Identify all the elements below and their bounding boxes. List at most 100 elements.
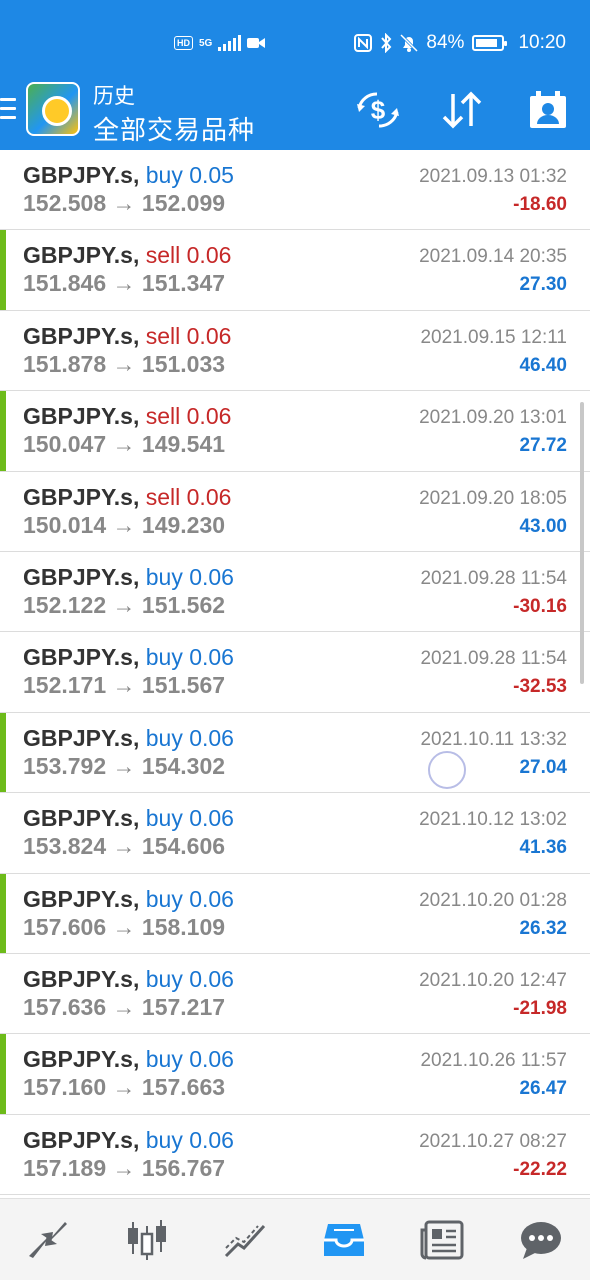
trade-profit: 27.04	[519, 756, 567, 778]
app-logo[interactable]	[26, 82, 80, 136]
app-header: 历史 全部交易品种 $	[0, 62, 590, 150]
nfc-icon	[354, 34, 373, 52]
trade-row[interactable]: GBPJPY.s, buy 0.06 157.160 → 157.663 2021.…	[0, 1034, 590, 1115]
trade-symbol: GBPJPY.s, buy 0.05	[23, 162, 234, 189]
trade-row[interactable]: GBPJPY.s, buy 0.05 152.508 → 152.099 2021.…	[0, 150, 590, 231]
trade-prices: 157.189 → 156.767	[23, 1155, 225, 1182]
trade-time: 2021.10.27 08:27	[419, 1130, 567, 1152]
nav-news[interactable]	[412, 1210, 472, 1270]
bottom-navigation	[0, 1198, 590, 1280]
arrow-right-icon: →	[112, 752, 136, 779]
close-price: 151.567	[141, 672, 226, 699]
nav-chart[interactable]	[117, 1210, 177, 1270]
currency-exchange-icon: $	[357, 92, 399, 128]
battery-icon	[472, 35, 508, 51]
newspaper-icon	[420, 1220, 464, 1259]
trade-profit: -21.98	[513, 997, 567, 1019]
close-price: 151.347	[141, 270, 226, 297]
arrow-right-icon: →	[112, 591, 136, 618]
symbol-label: GBPJPY.s,	[23, 644, 140, 671]
trade-prices: 150.047 → 149.541	[23, 431, 225, 458]
arrow-right-icon: →	[112, 431, 136, 458]
header-subtitle: 历史	[93, 85, 135, 108]
trade-prices: 153.824 → 154.606	[23, 833, 225, 860]
nav-chat[interactable]	[511, 1210, 571, 1270]
nav-trade[interactable]	[216, 1210, 276, 1270]
trade-profit: 26.47	[519, 1078, 567, 1100]
inbox-tray-icon	[324, 1223, 365, 1256]
trade-time: 2021.09.13 01:32	[419, 166, 567, 187]
trade-prices: 150.014 → 149.230	[23, 512, 225, 539]
arrow-right-icon: →	[112, 672, 136, 699]
trade-time: 2021.09.28 11:54	[420, 648, 567, 670]
arrow-right-icon: →	[112, 270, 136, 297]
side-volume-label: buy 0.06	[145, 644, 234, 671]
trade-row[interactable]: GBPJPY.s, buy 0.06 152.122 → 151.562 2021.…	[0, 551, 590, 633]
account-button[interactable]	[524, 90, 572, 130]
trade-row[interactable]: GBPJPY.s, buy 0.06 157.189 → 156.767 2021.…	[0, 1114, 590, 1196]
trade-arrows-icon	[29, 1221, 68, 1258]
side-volume-label: buy 0.06	[145, 1046, 234, 1073]
open-price: 150.014	[23, 511, 107, 538]
arrow-right-icon: →	[112, 833, 136, 860]
arrow-right-icon: →	[112, 913, 136, 940]
trade-row[interactable]: GBPJPY.s, buy 0.06 153.824 → 154.606 2021.…	[0, 793, 590, 874]
trade-symbol: GBPJPY.s, sell 0.06	[23, 484, 231, 511]
open-price: 151.846	[23, 270, 107, 297]
trade-row[interactable]: GBPJPY.s, sell 0.06 150.014 → 149.230 2021…	[0, 471, 590, 552]
open-price: 157.189	[23, 1154, 107, 1181]
side-volume-label: buy 0.06	[145, 563, 234, 590]
trade-profit: 46.40	[519, 354, 567, 376]
trade-profit: 27.72	[519, 435, 567, 457]
close-price: 158.109	[141, 913, 226, 940]
trade-row[interactable]: GBPJPY.s, sell 0.06 150.047 → 149.541 2021…	[0, 391, 590, 472]
trend-lines-icon	[224, 1224, 265, 1257]
trade-row[interactable]: GBPJPY.s, sell 0.06 151.878 → 151.033 2021…	[0, 310, 590, 392]
nav-quotes[interactable]	[19, 1210, 79, 1270]
side-volume-label: buy 0.05	[145, 162, 234, 188]
trade-row[interactable]: GBPJPY.s, sell 0.06 151.846 → 151.347 2021…	[0, 230, 590, 311]
scrollbar[interactable]	[580, 402, 584, 684]
trade-row[interactable]: GBPJPY.s, buy 0.06 157.606 → 158.109 2021.…	[0, 873, 590, 954]
trade-history-list[interactable]: GBPJPY.s, buy 0.05 152.508 → 152.099 2021.…	[0, 150, 590, 1196]
symbol-label: GBPJPY.s,	[23, 322, 140, 349]
menu-icon[interactable]	[0, 98, 16, 122]
nav-history[interactable]	[314, 1210, 374, 1270]
close-price: 156.767	[141, 1154, 226, 1181]
network-type-label: 5G	[199, 37, 213, 49]
trade-time: 2021.10.26 11:57	[420, 1050, 567, 1072]
trade-profit: -30.16	[513, 595, 567, 617]
side-volume-label: buy 0.06	[145, 805, 234, 832]
trade-row[interactable]: GBPJPY.s, buy 0.06 152.171 → 151.567 2021.…	[0, 632, 590, 713]
close-price: 151.033	[141, 350, 226, 377]
arrow-right-icon: →	[112, 511, 136, 538]
trade-profit: -32.53	[513, 676, 567, 698]
mute-bell-icon	[400, 33, 419, 53]
close-price: 152.099	[141, 190, 226, 216]
close-price: 157.663	[141, 1074, 226, 1101]
open-price: 152.508	[23, 190, 107, 216]
currency-exchange-button[interactable]: $	[354, 90, 402, 130]
trade-row[interactable]: GBPJPY.s, buy 0.06 157.636 → 157.217 2021.…	[0, 953, 590, 1035]
page-title[interactable]: 全部交易品种	[93, 110, 255, 147]
trade-profit: 27.30	[519, 274, 567, 296]
trade-prices: 151.878 → 151.033	[23, 351, 225, 378]
trade-profit: -22.22	[513, 1158, 567, 1180]
open-price: 150.047	[23, 431, 107, 458]
trade-symbol: GBPJPY.s, buy 0.06	[23, 564, 234, 591]
trade-prices: 157.160 → 157.663	[23, 1074, 225, 1101]
sort-icon	[442, 91, 482, 129]
trade-symbol: GBPJPY.s, buy 0.06	[23, 886, 234, 913]
sort-button[interactable]	[438, 90, 486, 130]
side-volume-label: sell 0.06	[145, 403, 232, 430]
symbol-label: GBPJPY.s,	[23, 724, 140, 751]
symbol-label: GBPJPY.s,	[23, 1126, 140, 1153]
trade-prices: 157.636 → 157.217	[23, 994, 225, 1021]
trade-row[interactable]: GBPJPY.s, buy 0.06 153.792 → 154.302 2021.…	[0, 712, 590, 794]
clock: 10:20	[518, 32, 566, 53]
symbol-label: GBPJPY.s,	[23, 162, 140, 188]
trade-time: 2021.09.14 20:35	[419, 246, 567, 268]
arrow-right-icon: →	[112, 350, 136, 377]
trade-profit: 43.00	[519, 515, 567, 537]
side-volume-label: buy 0.06	[145, 965, 234, 992]
